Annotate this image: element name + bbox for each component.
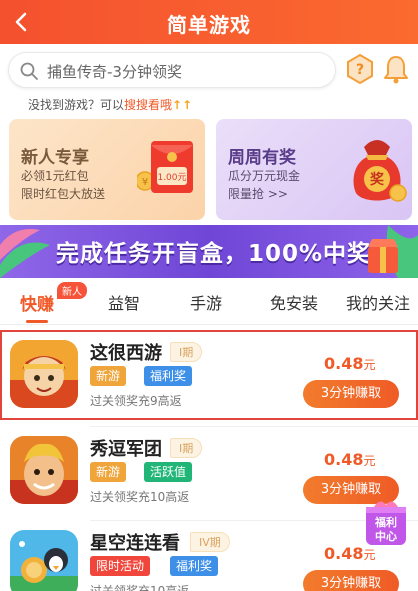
game-icon-xingkonglianliankan xyxy=(10,530,78,591)
tag-new-game: 新游 xyxy=(90,462,127,482)
promo-line: 瓜分万元现金 xyxy=(228,169,301,183)
game-icon-zhehenxiyou xyxy=(10,340,78,408)
welfare-label: 福利 xyxy=(374,515,397,529)
active-tab-indicator xyxy=(26,320,48,323)
banner-text: 完成任务开盲盒，100%中奖 xyxy=(56,241,372,267)
earn-button[interactable]: 3分钟赚取 xyxy=(303,380,399,408)
search-input[interactable]: 捕鱼传奇-3分钟领奖 xyxy=(8,52,336,88)
earn-button[interactable]: 3分钟赚取 xyxy=(303,570,399,591)
promo-newcomer-card[interactable]: 新人专享 必领1元红包 限时红包大放送 ¥ 1.00元 xyxy=(9,119,205,220)
divider xyxy=(0,324,418,325)
promo-title: 周周有奖 xyxy=(228,148,296,168)
reward-unit: 元 xyxy=(363,358,376,372)
tag-activity: 活跃值 xyxy=(144,462,193,482)
tag-welfare: 福利奖 xyxy=(144,366,193,386)
new-user-badge: 新人 xyxy=(57,282,87,299)
tab-mianan[interactable]: 免安装 xyxy=(270,290,318,314)
tab-my-follow[interactable]: 我的关注 xyxy=(346,290,410,314)
red-envelope-icon: ¥ 1.00元 xyxy=(137,141,193,193)
game-row[interactable]: 星空连连看 IV期 限时活动 福利奖 过关领奖充10高返 0.48元 3分钟赚取 xyxy=(0,520,418,591)
tag-new-game: 新游 xyxy=(90,366,127,386)
tab-kuaizhuan[interactable]: 快赚 xyxy=(20,290,54,315)
reward-amount: 0.48元 xyxy=(324,450,376,469)
svg-text:¥: ¥ xyxy=(142,177,148,188)
promo-title: 新人专享 xyxy=(21,148,89,168)
promo-weekly-card[interactable]: 周周有奖 瓜分万元现金 限量抢 >> 奖 xyxy=(216,119,412,220)
reward-unit: 元 xyxy=(363,454,376,468)
money-bag-label: 奖 xyxy=(370,171,385,188)
period-badge: I期 xyxy=(170,342,203,362)
gift-box-icon xyxy=(368,225,418,278)
game-row[interactable]: 这很西游 I期 新游 福利奖 过关领奖充9高返 0.48元 3分钟赚取 xyxy=(0,330,418,420)
period-badge: IV期 xyxy=(190,532,230,552)
not-found-prefix: 没找到游戏？可以 xyxy=(28,98,125,112)
reward-value: 0.48 xyxy=(324,354,364,373)
search-placeholder: 捕鱼传奇-3分钟领奖 xyxy=(47,63,182,81)
promo-line: 必领1元红包 xyxy=(21,169,89,183)
game-icon-xiudoujuntuan xyxy=(10,436,78,504)
money-bag-icon: 奖 xyxy=(353,140,407,202)
blind-box-banner[interactable]: 完成任务开盲盒，100%中奖 xyxy=(0,225,418,278)
reward-unit: 元 xyxy=(363,548,376,562)
tab-yizhi[interactable]: 益智 xyxy=(108,290,140,314)
envelope-amount: 1.00元 xyxy=(157,173,186,183)
reward-value: 0.48 xyxy=(324,450,364,469)
period-badge: I期 xyxy=(170,438,203,458)
help-icon[interactable]: ? xyxy=(346,53,374,85)
welfare-center-button[interactable]: 福利 中心 xyxy=(360,497,412,549)
up-arrows-icon: ↑↑ xyxy=(172,98,193,112)
reward-amount: 0.48元 xyxy=(324,354,376,373)
tag-welfare: 福利奖 xyxy=(170,556,219,576)
not-found-hint: 没找到游戏？可以搜搜看哦↑↑ xyxy=(28,96,192,113)
game-description: 过关领奖充9高返 xyxy=(90,394,182,408)
reward-value: 0.48 xyxy=(324,544,364,563)
tab-shouyou[interactable]: 手游 xyxy=(190,290,222,314)
page-title: 简单游戏 xyxy=(167,13,251,37)
search-see-link[interactable]: 搜搜看哦 xyxy=(124,98,172,112)
game-name: 这很西游 xyxy=(90,343,162,364)
svg-text:?: ? xyxy=(356,62,364,78)
row-divider xyxy=(90,426,418,427)
promo-line: 限量抢 >> xyxy=(228,187,288,201)
search-icon xyxy=(20,62,38,80)
tag-limited-event: 限时活动 xyxy=(90,556,151,576)
game-name: 秀逗军团 xyxy=(90,439,162,460)
header-bar: 简单游戏 xyxy=(0,0,418,44)
game-description: 过关领奖充10高返 xyxy=(90,584,190,591)
game-row[interactable]: 秀逗军团 I期 新游 活跃值 过关领奖充10高返 0.48元 3分钟赚取 xyxy=(0,426,418,516)
leaf-decoration-icon xyxy=(0,229,50,278)
bell-icon[interactable] xyxy=(382,53,410,85)
welfare-label: 中心 xyxy=(375,529,397,543)
promo-line: 限时红包大放送 xyxy=(21,187,106,201)
game-description: 过关领奖充10高返 xyxy=(90,490,190,504)
game-name: 星空连连看 xyxy=(90,533,180,554)
